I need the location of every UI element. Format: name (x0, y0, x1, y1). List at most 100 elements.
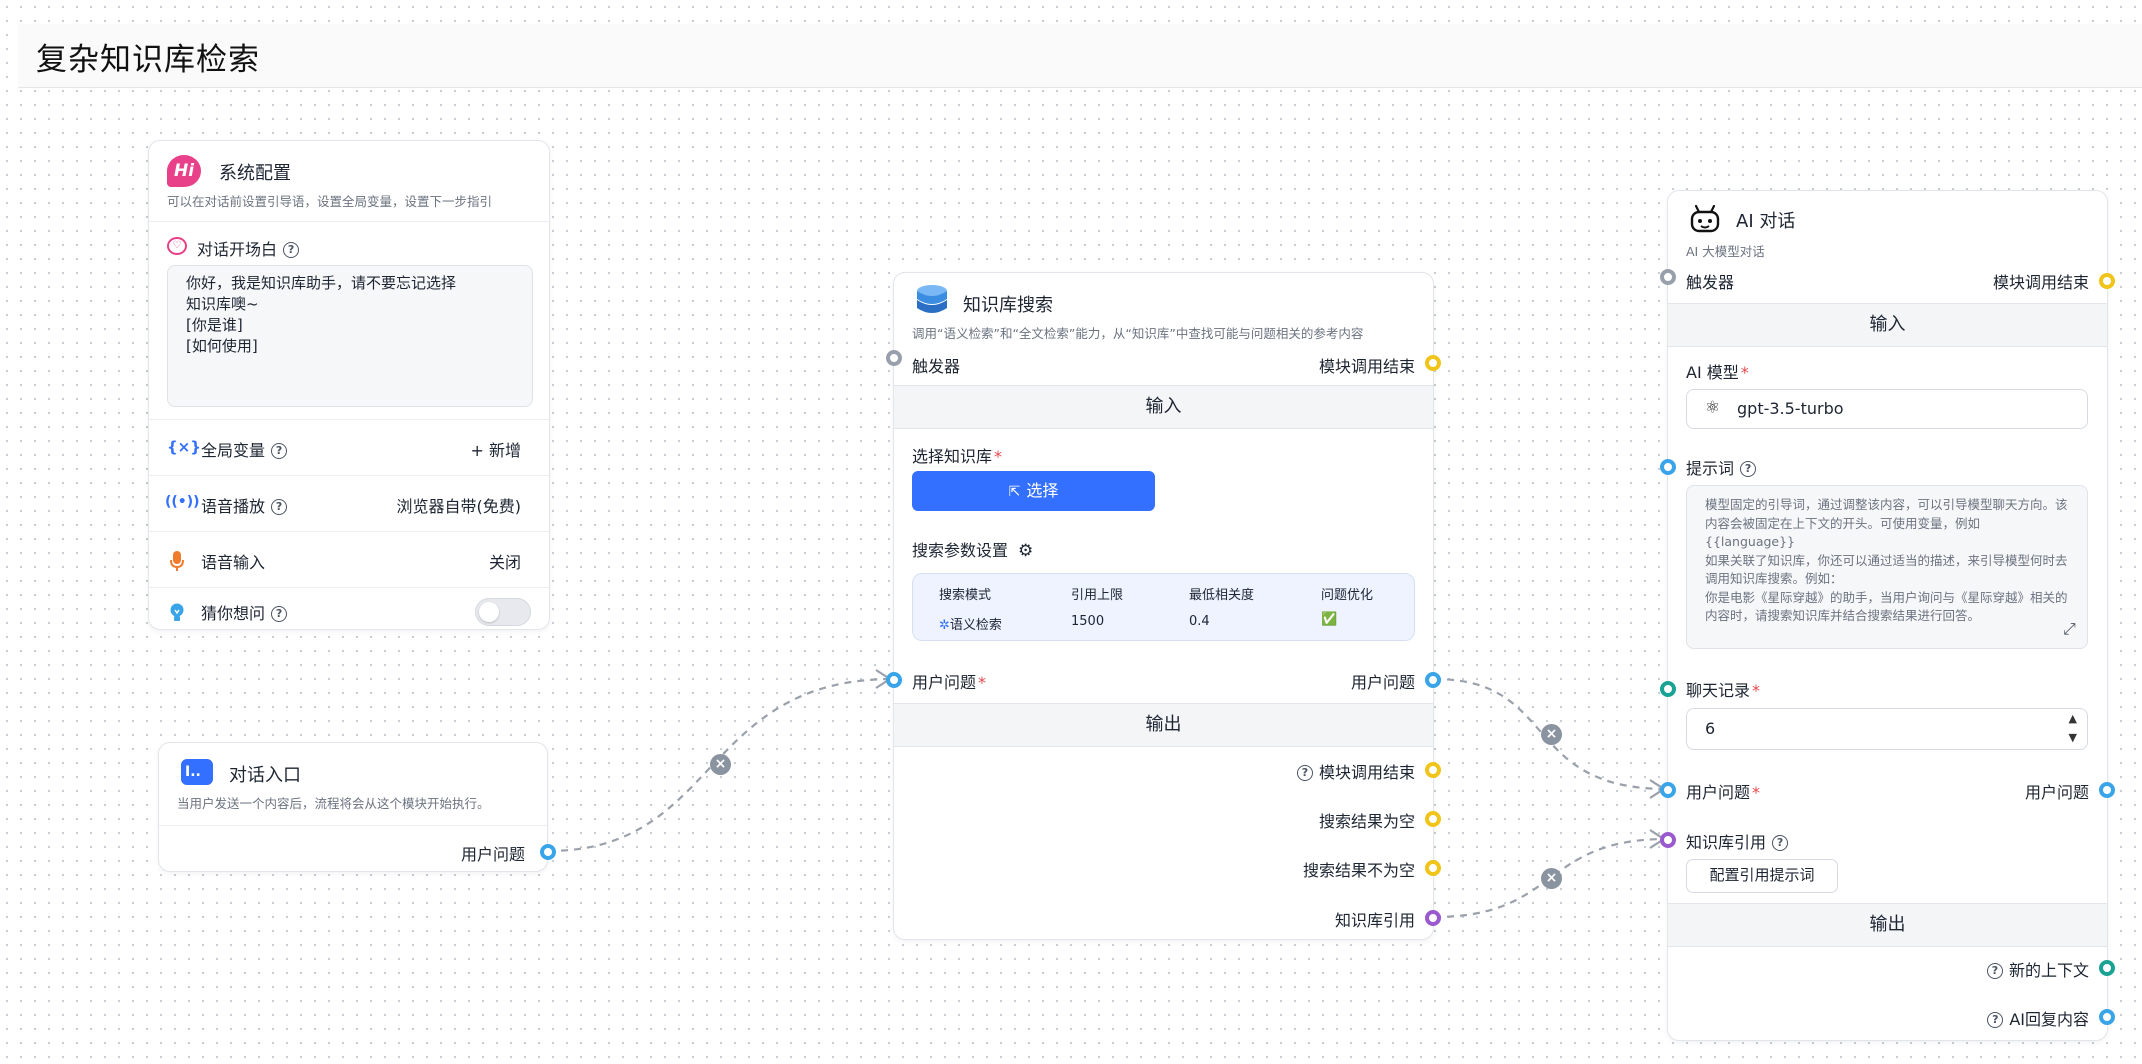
close-circle-icon[interactable]: × (710, 754, 731, 775)
stepper-down-icon[interactable]: ▼ (2069, 731, 2077, 744)
output-handle-finish-2[interactable] (1425, 762, 1441, 778)
output-handle-new-context[interactable] (2099, 960, 2115, 976)
param-value-limit: 1500 (1071, 614, 1105, 629)
heart-chat-icon: ♡ (167, 237, 187, 255)
output-section-header: 输出 (1668, 903, 2107, 947)
history-number-input[interactable]: 6 ▲ ▼ (1686, 708, 2088, 750)
output-handle-finish[interactable] (2099, 273, 2115, 289)
node-description: 可以在对话前设置引导语，设置全局变量，设置下一步指引 (167, 194, 493, 209)
trigger-label: 触发器 (912, 357, 961, 376)
output-finish-text: 模块调用结束 (1318, 763, 1415, 782)
voice-input-select[interactable]: 关闭 (489, 549, 521, 573)
output-new-context-text: 新的上下文 (2008, 961, 2089, 980)
input-handle-kb-quote[interactable] (1660, 832, 1676, 848)
help-icon[interactable]: ? (1987, 1012, 2004, 1028)
input-handle-user-question[interactable] (886, 672, 902, 688)
prompt-textarea[interactable]: 模型固定的引导词，通过调整该内容，可以引导模型聊天方向。该内容会被固定在上下文的… (1686, 485, 2088, 649)
add-variable-button[interactable]: + 新增 (471, 437, 522, 461)
user-question-input-text: 用户问题 (1686, 783, 1751, 802)
model-select[interactable]: ⚛ gpt-3.5-turbo (1686, 389, 2088, 429)
app-header: 复杂知识库检索 (18, 24, 2142, 88)
guess-toggle[interactable] (475, 598, 531, 626)
output-not-empty-label: 搜索结果不为空 (1302, 861, 1415, 880)
required-mark: * (1740, 363, 1749, 382)
config-quote-prompt-button[interactable]: 配置引用提示词 (1686, 859, 1838, 893)
help-icon[interactable]: ? (271, 606, 288, 622)
help-icon[interactable]: ? (1740, 461, 1757, 477)
help-icon[interactable]: ? (1772, 835, 1789, 851)
search-params-label-text: 搜索参数设置 (912, 541, 1009, 560)
search-params-label: 搜索参数设置 ⚙ (912, 537, 1033, 561)
ai-chat-node[interactable]: AI 对话 AI 大模型对话 触发器 模块调用结束 输入 AI 模型 * ⚛ gp… (1660, 190, 2115, 1041)
input-handle-trigger[interactable] (886, 350, 902, 366)
output-handle-finish[interactable] (1425, 355, 1441, 371)
guess-label-text: 猜你想问 (201, 604, 266, 623)
global-vars-label: 全局变量? (201, 437, 288, 461)
welcome-label-text: 对话开场白 (197, 240, 278, 259)
stepper-up-icon[interactable]: ▲ (2069, 712, 2077, 725)
required-mark: * (978, 673, 987, 692)
kb-quote-label-text: 知识库引用 (1686, 833, 1767, 852)
output-kb-quote-label: 知识库引用 (1334, 911, 1415, 930)
param-value-mode-text: 语义检索 (949, 618, 1002, 633)
close-circle-icon[interactable]: × (1541, 868, 1562, 889)
output-handle-empty[interactable] (1425, 811, 1441, 827)
output-handle-user-question[interactable] (540, 844, 556, 860)
guess-row: 猜你想问? (149, 587, 549, 631)
output-handle-not-empty[interactable] (1425, 860, 1441, 876)
kb-search-node[interactable]: 知识库搜索 调用“语义检索”和“全文检索”能力，从“知识库”中查找可能与问题相关… (886, 272, 1441, 940)
input-handle-prompt[interactable] (1660, 459, 1676, 475)
required-mark: * (1752, 681, 1761, 700)
help-icon[interactable]: ? (271, 499, 288, 515)
voice-play-label-text: 语音播放 (201, 497, 266, 516)
finish-label: 模块调用结束 (1318, 357, 1415, 376)
input-handle-user-question[interactable] (1660, 782, 1676, 798)
node-description: 调用“语义检索”和“全文检索”能力，从“知识库”中查找可能与问题相关的参考内容 (912, 326, 1364, 341)
output-handle-user-question[interactable] (2099, 782, 2115, 798)
system-config-node[interactable]: Hi 系统配置 可以在对话前设置引导语，设置全局变量，设置下一步指引 ♡ 对话开… (148, 140, 550, 630)
voice-play-row: ((•)) 语音播放? 浏览器自带(免费) (149, 475, 549, 531)
welcome-textarea[interactable]: 你好，我是知识库助手，请不要忘记选择 知识库噢~ [你是谁] [如何使用] (167, 265, 533, 407)
voice-input-label: 语音输入 (201, 553, 266, 572)
output-handle-kb-quote[interactable] (1425, 910, 1441, 926)
expand-icon[interactable]: ⤢ (2063, 619, 2076, 639)
guess-label: 猜你想问? (201, 600, 288, 624)
close-circle-icon[interactable]: × (1541, 724, 1562, 745)
node-description: 当用户发送一个内容后，流程将会从这个模块开始执行。 (177, 796, 490, 811)
help-icon[interactable]: ? (1986, 963, 2003, 979)
output-handle-ai-reply[interactable] (2099, 1009, 2115, 1025)
search-params-table[interactable]: 搜索模式 引用上限 最低相关度 问题优化 ✲语义检索 1500 0.4 ✅ (912, 573, 1415, 641)
voice-play-select[interactable]: 浏览器自带(免费) (397, 493, 522, 517)
trigger-label: 触发器 (1686, 273, 1735, 292)
prompt-label: 提示词? (1686, 455, 1757, 479)
node-title: 知识库搜索 (963, 295, 1053, 316)
variable-braces-icon: {×} (167, 438, 201, 456)
output-ai-reply-text: AI回复内容 (2009, 1010, 2089, 1029)
output-section-header: 输出 (894, 703, 1433, 747)
output-handle-user-question[interactable] (1425, 672, 1441, 688)
database-icon (914, 283, 950, 321)
select-kb-label-text: 选择知识库 (912, 447, 993, 466)
select-kb-button[interactable]: ⇱ 选择 (912, 471, 1155, 511)
required-mark: * (994, 447, 1003, 466)
input-badge-icon: I.. (181, 759, 213, 785)
param-value-similarity: 0.4 (1189, 614, 1210, 629)
param-value-mode: ✲语义检索 (939, 614, 1002, 633)
param-value-optimize: ✅ (1321, 612, 1338, 627)
help-icon[interactable]: ? (1296, 765, 1313, 781)
divider (159, 825, 547, 826)
chat-entry-node[interactable]: I.. 对话入口 当用户发送一个内容后，流程将会从这个模块开始执行。 用户问题 (158, 742, 556, 872)
user-question-output-label: 用户问题 (2024, 783, 2089, 802)
user-question-input-text: 用户问题 (912, 673, 977, 692)
lightbulb-icon (169, 602, 191, 624)
hi-badge-icon: Hi (167, 155, 201, 187)
input-handle-history[interactable] (1660, 681, 1676, 697)
history-label: 聊天记录 * (1686, 677, 1760, 701)
input-handle-trigger[interactable] (1660, 269, 1676, 285)
help-icon[interactable]: ? (283, 242, 300, 258)
welcome-label: 对话开场白? (197, 236, 300, 260)
kb-quote-label: 知识库引用? (1686, 829, 1789, 853)
gear-icon[interactable]: ⚙ (1018, 541, 1033, 561)
broadcast-icon: ((•)) (165, 494, 200, 510)
help-icon[interactable]: ? (271, 443, 288, 459)
